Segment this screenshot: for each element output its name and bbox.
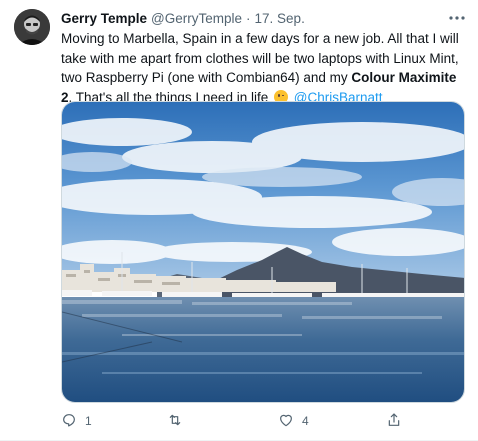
reply-count: 1 [85,414,92,428]
tweet-date[interactable]: 17. Sep. [255,10,305,28]
tweet-header: Gerry Temple @GerryTemple · 17. Sep. [61,10,468,28]
like-count: 4 [302,414,309,428]
tweet-text: Moving to Marbella, Spain in a few days … [61,29,466,107]
share-button[interactable] [386,411,402,431]
more-horizontal-icon[interactable] [446,9,468,27]
retweet-icon [167,412,183,431]
reply-icon [61,412,77,431]
tweet[interactable]: Gerry Temple @GerryTemple · 17. Sep. Mov… [0,0,478,441]
like-button[interactable]: 4 [278,411,309,431]
avatar[interactable] [14,9,50,45]
share-icon [386,412,402,431]
tweet-actions: 1 4 [61,411,401,431]
retweet-button[interactable] [167,411,191,431]
separator-dot: · [246,11,251,26]
heart-icon [278,412,294,431]
author-name[interactable]: Gerry Temple [61,10,147,28]
author-handle[interactable]: @GerryTemple [151,10,242,28]
tweet-photo[interactable] [61,101,465,403]
reply-button[interactable]: 1 [61,411,92,431]
